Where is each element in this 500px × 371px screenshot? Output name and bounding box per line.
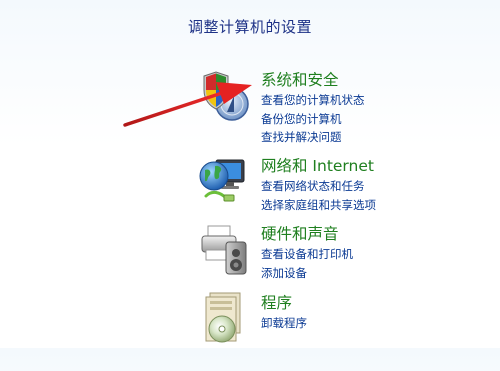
printer-speaker-icon[interactable] [196,222,252,278]
category-title-system-security[interactable]: 系统和安全 [261,68,339,90]
category-links: 查看您的计算机状态 备份您的计算机 查找并解决问题 [261,91,365,147]
link-homegroup-sharing[interactable]: 选择家庭组和共享选项 [261,196,376,215]
category-links: 卸载程序 [261,314,307,333]
link-view-devices-printers[interactable]: 查看设备和打印机 [261,245,353,264]
link-view-network-status[interactable]: 查看网络状态和任务 [261,177,376,196]
network-globe-icon[interactable] [196,154,252,210]
category-system-security: 系统和安全 查看您的计算机状态 备份您的计算机 查找并解决问题 [196,68,456,148]
shield-security-icon[interactable] [196,68,252,124]
category-programs: 程序 卸载程序 [196,291,456,371]
category-title-programs[interactable]: 程序 [261,291,292,313]
link-view-computer-status[interactable]: 查看您的计算机状态 [261,91,365,110]
category-links: 查看网络状态和任务 选择家庭组和共享选项 [261,177,376,214]
page-title: 调整计算机的设置 [187,18,312,36]
category-title-network-internet[interactable]: 网络和 Internet [261,154,374,176]
link-add-device[interactable]: 添加设备 [261,264,353,283]
category-title-hardware-sound[interactable]: 硬件和声音 [261,222,339,244]
category-links: 查看设备和打印机 添加设备 [261,245,353,282]
link-find-fix-problems[interactable]: 查找并解决问题 [261,128,365,147]
link-uninstall-program[interactable]: 卸载程序 [261,314,307,333]
category-hardware-sound: 硬件和声音 查看设备和打印机 添加设备 [196,222,456,302]
link-backup-computer[interactable]: 备份您的计算机 [261,110,365,129]
programs-disc-icon[interactable] [196,291,252,347]
